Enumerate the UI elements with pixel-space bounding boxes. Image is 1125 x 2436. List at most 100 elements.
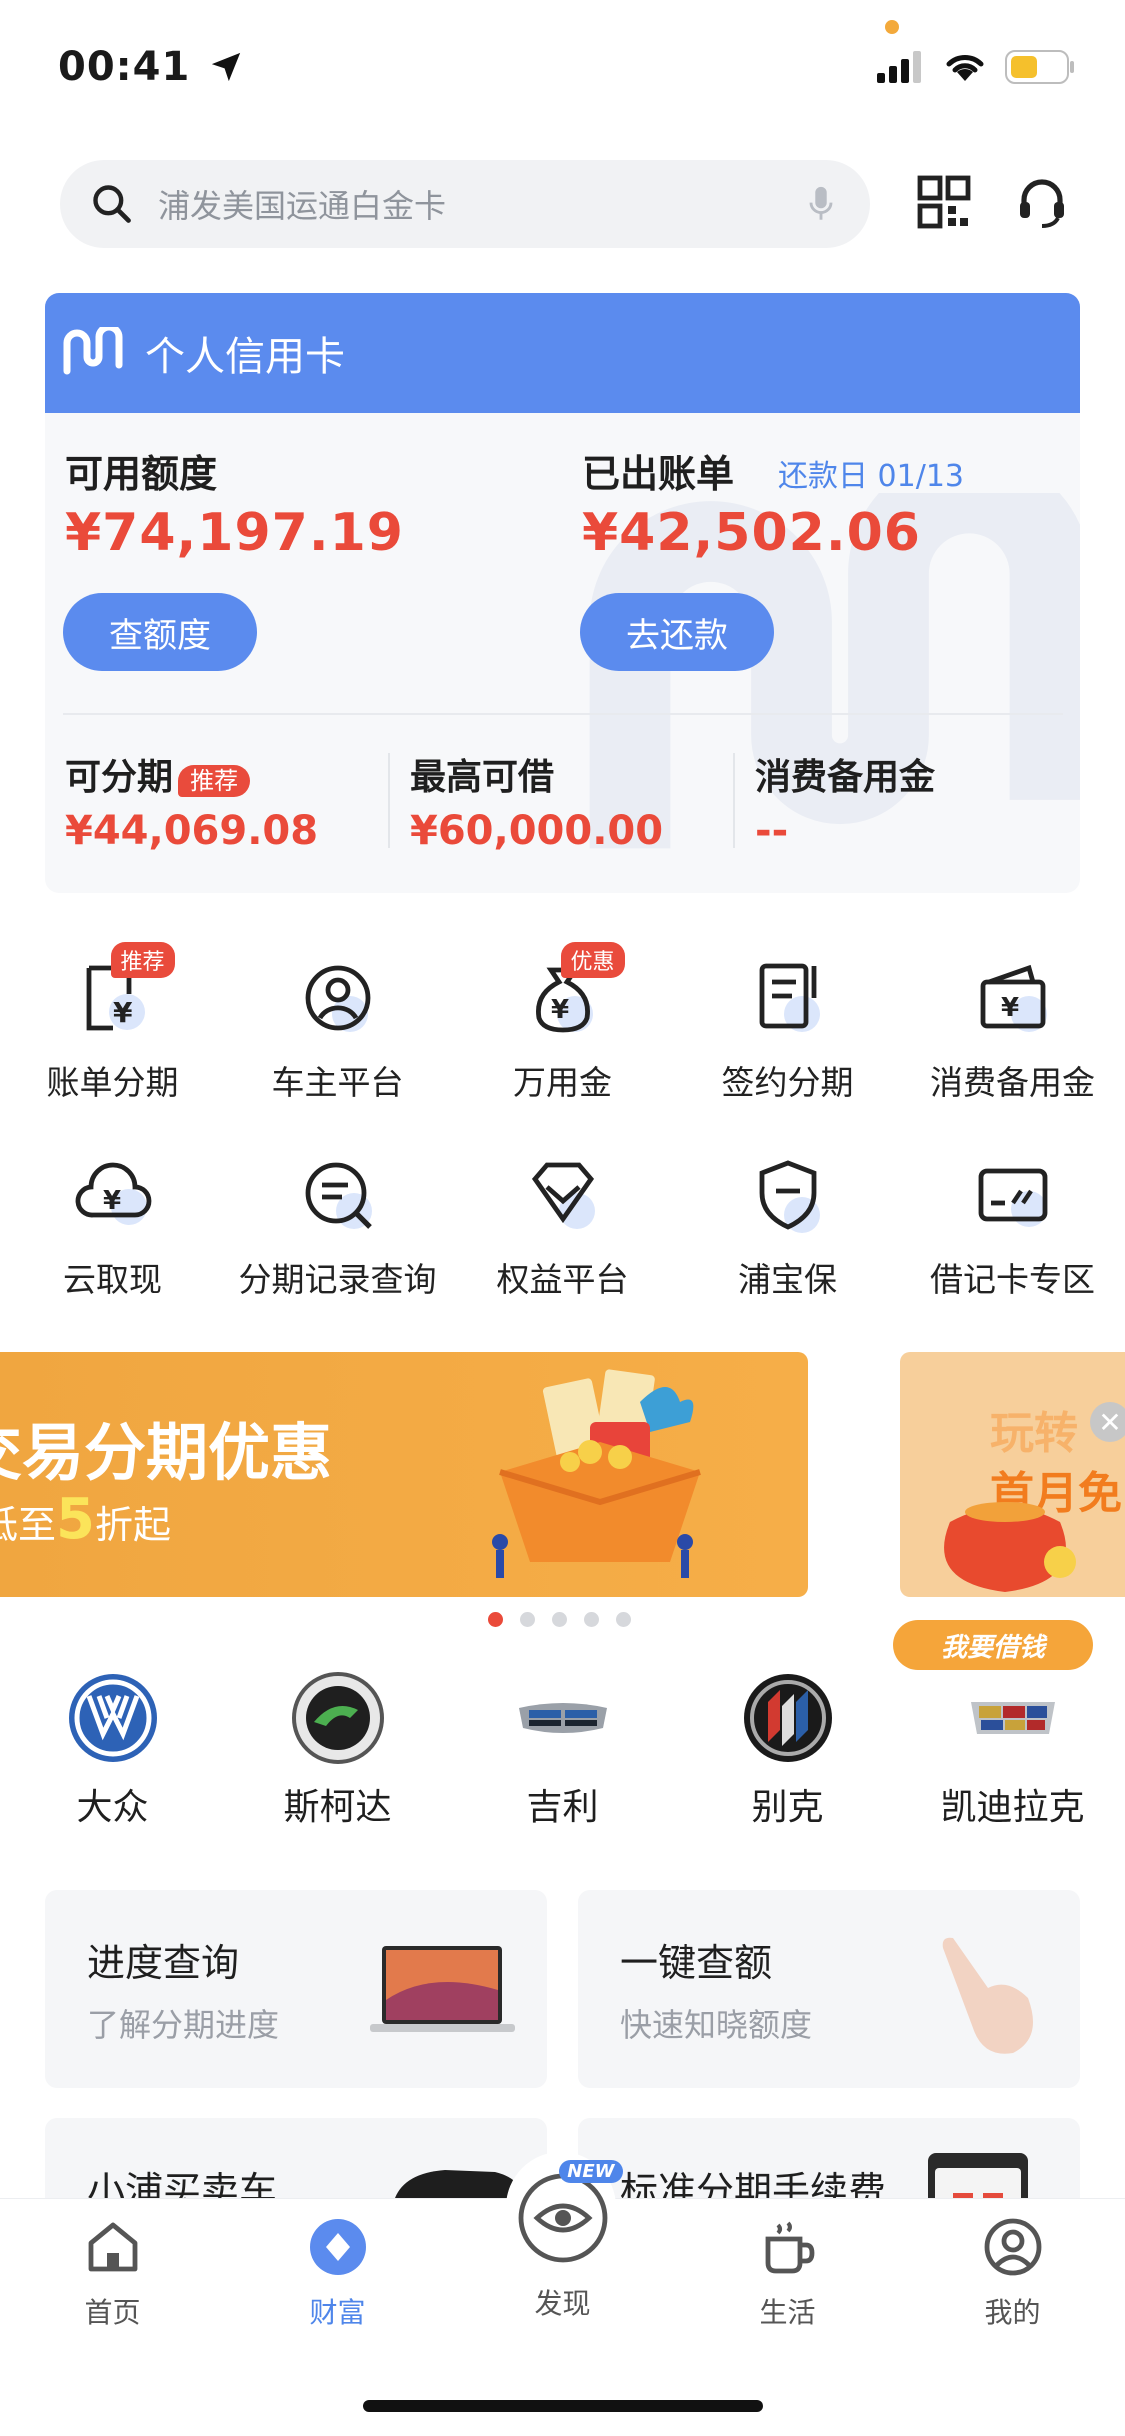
brand-label: 别克	[751, 1787, 824, 1828]
grid-label: 分期记录查询	[238, 1260, 437, 1299]
quick-limit-title: 一键查额	[620, 1941, 773, 1985]
spdb-logo-icon	[63, 327, 123, 375]
brand-label: 大众	[76, 1787, 149, 1828]
grid-label: 云取现	[63, 1260, 162, 1299]
new-badge: NEW	[559, 2160, 623, 2183]
brand-geely[interactable]: 吉利	[450, 1670, 675, 1830]
search-placeholder: 浦发美国运通白金卡	[158, 187, 447, 225]
gift-box-illustration	[492, 1369, 701, 1578]
cloud-cash-icon: ¥	[73, 1155, 153, 1235]
brand-label: 吉利	[526, 1787, 599, 1828]
carousel-dot[interactable]	[488, 1612, 503, 1627]
home-indicator[interactable]	[363, 2400, 763, 2412]
brand-volkswagen[interactable]: 大众	[0, 1670, 225, 1830]
divider	[733, 753, 735, 848]
promo-banner[interactable]: 交易分期优惠 低至5折起	[0, 1352, 808, 1597]
progress-query-subtitle: 了解分期进度	[87, 2006, 280, 2044]
signal-icon	[877, 51, 921, 83]
recommend-badge: 推荐	[110, 942, 175, 978]
carousel-dot[interactable]	[520, 1612, 535, 1627]
tab-home[interactable]: 首页	[0, 2215, 225, 2331]
tab-label: 财富	[309, 2296, 366, 2329]
red-money-bag-illustration	[944, 1502, 1076, 1592]
grid-item-bill-installment[interactable]: ¥ 推荐 账单分期	[0, 942, 225, 1108]
carousel-dot[interactable]	[616, 1612, 631, 1627]
brand-buick[interactable]: 别克	[675, 1670, 900, 1830]
wifi-icon	[946, 55, 984, 81]
installment-label: 可分期	[65, 757, 174, 798]
money-bag-icon: ¥ 优惠	[523, 942, 625, 1038]
tab-discover[interactable]: NEW 发现	[450, 2160, 675, 2322]
grid-label: 账单分期	[46, 1063, 179, 1102]
grid-label: 消费备用金	[930, 1063, 1095, 1102]
check-limit-button[interactable]: 查额度	[63, 593, 257, 671]
divider	[63, 713, 1063, 715]
side-promo-card[interactable]: 玩转 首月免 ✕	[900, 1352, 1125, 1597]
discover-icon	[518, 2173, 607, 2263]
recommend-badge: 推荐	[178, 765, 251, 797]
svg-text:¥: ¥	[113, 996, 133, 1029]
location-arrow-icon	[212, 52, 241, 82]
car-owner-icon	[298, 958, 378, 1038]
search-input[interactable]: 浦发美国运通白金卡	[60, 160, 870, 248]
skoda-logo-icon	[291, 1672, 384, 1764]
tab-wealth[interactable]: 财富	[225, 2215, 450, 2331]
grid-item-pubaobao[interactable]: 浦宝保	[675, 1155, 900, 1305]
reserve-label: 消费备用金	[755, 757, 936, 798]
volkswagen-logo-icon	[68, 1674, 157, 1762]
status-time: 00:41	[58, 44, 243, 90]
close-icon[interactable]: ✕	[1090, 1402, 1125, 1442]
tab-mine[interactable]: 我的	[900, 2215, 1125, 2331]
tab-label: 首页	[84, 2296, 141, 2329]
grid-item-consumer-reserve[interactable]: ¥ 消费备用金	[900, 958, 1125, 1108]
quick-limit-card[interactable]: 一键查额 快速知晓额度	[578, 1890, 1080, 2088]
carousel-dot[interactable]	[584, 1612, 599, 1627]
credit-card-header[interactable]: 个人信用卡	[45, 293, 1080, 413]
grid-item-car-owner[interactable]: 车主平台	[225, 958, 450, 1108]
reserve-cell[interactable]: 消费备用金 --	[755, 748, 935, 854]
grid-item-benefits[interactable]: 权益平台	[450, 1155, 675, 1305]
grid-item-contract-installment[interactable]: 签约分期	[675, 958, 900, 1108]
tab-life[interactable]: 生活	[675, 2215, 900, 2331]
available-limit-label: 可用额度	[65, 452, 218, 496]
qr-code-icon[interactable]	[912, 170, 976, 234]
credit-card-panel: 个人信用卡 可用额度 ¥74,197.19 查额度 已出账单 还款日 01/13…	[45, 293, 1080, 893]
banner-sub-prefix: 低至	[0, 1503, 57, 1547]
available-limit-amount: ¥74,197.19	[65, 503, 404, 563]
cadillac-logo-icon	[970, 1702, 1055, 1734]
repay-button[interactable]: 去还款	[580, 593, 774, 671]
installment-cell[interactable]: 可分期 推荐 ¥44,069.08	[65, 748, 318, 854]
microphone-icon[interactable]	[806, 184, 836, 224]
wallet-icon: ¥	[973, 958, 1053, 1038]
borrow-money-button[interactable]: 我要借钱	[893, 1620, 1093, 1670]
grid-item-wanyongjin[interactable]: ¥ 优惠 万用金	[450, 942, 675, 1108]
progress-query-card[interactable]: 进度查询 了解分期进度	[45, 1890, 547, 2088]
banner-title: 交易分期优惠	[0, 1416, 333, 1489]
record-search-icon	[298, 1155, 378, 1235]
brand-skoda[interactable]: 斯柯达	[225, 1670, 450, 1830]
discount-badge: 优惠	[560, 942, 625, 978]
brand-label: 凯迪拉克	[940, 1787, 1085, 1828]
grid-item-debit-card[interactable]: 借记卡专区	[900, 1155, 1125, 1305]
divider	[388, 753, 390, 848]
grid-item-record-search[interactable]: 分期记录查询	[225, 1155, 450, 1305]
brand-cadillac[interactable]: 凯迪拉克	[900, 1670, 1125, 1830]
customer-service-icon[interactable]	[1010, 170, 1074, 234]
brand-label: 斯柯达	[283, 1787, 392, 1828]
progress-query-title: 进度查询	[87, 1941, 240, 1985]
banner-subtitle: 低至5折起	[0, 1487, 171, 1552]
side-ad-title: 玩转	[990, 1408, 1078, 1459]
grid-label: 车主平台	[271, 1063, 404, 1102]
max-borrow-label: 最高可借	[410, 757, 555, 798]
status-time-text: 00:41	[58, 44, 191, 90]
carousel-dot[interactable]	[552, 1612, 567, 1627]
diamond-icon	[523, 1155, 603, 1235]
reserve-amount: --	[755, 808, 789, 854]
due-date: 还款日 01/13	[778, 459, 964, 494]
banner-sub-suffix: 折起	[94, 1503, 171, 1547]
banner-sub-number: 5	[56, 1487, 95, 1552]
wealth-icon	[309, 2219, 366, 2275]
max-borrow-cell[interactable]: 最高可借 ¥60,000.00	[410, 748, 663, 854]
grid-item-cloud-cash[interactable]: ¥ 云取现	[0, 1155, 225, 1305]
coffee-cup-icon	[765, 2221, 814, 2274]
